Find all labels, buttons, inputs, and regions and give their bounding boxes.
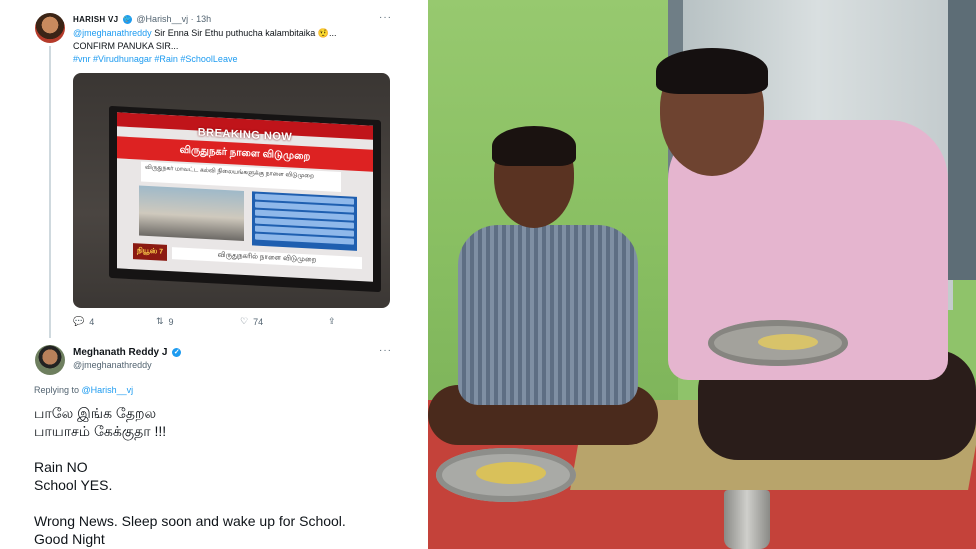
divider	[400, 0, 428, 549]
hashtag-links[interactable]: #vnr #Virudhunagar #Rain #SchoolLeave	[73, 54, 237, 64]
share-button[interactable]: ⇪	[328, 316, 336, 327]
verified-badge-icon: ✓	[172, 347, 182, 357]
news-district-list	[252, 191, 357, 251]
like-button[interactable]: ♡ 74	[240, 316, 263, 327]
tweet-text-line: Good Night	[34, 531, 105, 547]
replying-prefix: Replying to	[34, 385, 82, 395]
television: BREAKING NOW விருதுநகர் நாளை விடுமுறை வி…	[109, 105, 381, 293]
boy-hair	[492, 126, 576, 166]
author-name[interactable]: HARISH VJ	[73, 15, 118, 24]
author-handle[interactable]: @jmeghanathreddy	[73, 360, 152, 370]
avatar[interactable]	[35, 13, 65, 43]
author-name[interactable]: Meghanath Reddy J ✓	[73, 347, 183, 358]
share-icon: ⇪	[328, 316, 336, 326]
tweet-image[interactable]: BREAKING NOW விருதுநகர் நாளை விடுமுறை வி…	[73, 73, 390, 308]
tweet-text-line: Wrong News. Sleep soon and wake up for S…	[34, 513, 346, 529]
news-ticker: விருதுநகரில் நாளை விடுமுறை	[172, 247, 362, 270]
author-name-text: Meghanath Reddy J	[73, 347, 168, 358]
like-count: 74	[253, 316, 264, 327]
tweet-header: HARISH VJ 🐦 @Harish__vj · 13h	[73, 14, 212, 25]
mention-link[interactable]: @Harish__vj	[82, 385, 134, 395]
mention-link[interactable]: @jmeghanathreddy	[73, 28, 152, 38]
tweet-text: பாலே இங்க தேறல பாயாசம் கேக்குதா !!! Rain…	[34, 404, 394, 548]
reply-count: 4	[89, 316, 95, 327]
author-handle[interactable]: @Harish__vj	[136, 14, 188, 24]
food	[476, 462, 546, 484]
tweet-time[interactable]: · 13h	[191, 14, 212, 24]
channel-logo: நியூஸ் 7	[133, 243, 167, 261]
news-video-thumbnail	[139, 185, 244, 241]
steel-tumbler	[724, 490, 770, 549]
photo-panel	[428, 0, 976, 549]
tweet-text-line: Sir Enna Sir Ethu puthucha kalambitaika …	[151, 28, 337, 38]
man-hair	[656, 48, 768, 94]
retweet-count: 9	[168, 316, 174, 327]
retweet-icon: ⇅	[156, 316, 164, 326]
avatar[interactable]	[35, 345, 65, 375]
heart-icon: ♡	[240, 316, 249, 326]
food	[758, 334, 818, 350]
bird-icon: 🐦	[122, 15, 132, 25]
replying-to: Replying to @Harish__vj	[34, 385, 133, 395]
more-options-icon[interactable]: ···	[379, 345, 392, 356]
tweet-text: @jmeghanathreddy Sir Enna Sir Ethu puthu…	[73, 27, 373, 66]
window	[948, 0, 976, 280]
tweet-text-line: பாயாசம் கேக்குதா !!!	[34, 423, 167, 439]
more-options-icon[interactable]: ···	[379, 12, 392, 23]
tweet-text-line: School YES.	[34, 477, 113, 493]
tweet-text-line: Rain NO	[34, 459, 88, 475]
tweet-thread-panel: HARISH VJ 🐦 @Harish__vj · 13h ··· @jmegh…	[0, 0, 400, 549]
tv-screen: BREAKING NOW விருதுநகர் நாளை விடுமுறை வி…	[117, 112, 373, 282]
tweet-text-line: CONFIRM PANUKA SIR...	[73, 41, 179, 51]
tweet-text-line: பாலே இங்க தேறல	[34, 405, 157, 421]
boy-checked-shirt	[458, 225, 638, 405]
tweet-actions: 💬 4 ⇅ 9 ♡ 74 ⇪	[73, 316, 373, 330]
reply-button[interactable]: 💬 4	[73, 316, 94, 327]
reply-icon: 💬	[73, 316, 85, 326]
retweet-button[interactable]: ⇅ 9	[156, 316, 174, 327]
thread-connector	[49, 46, 51, 338]
